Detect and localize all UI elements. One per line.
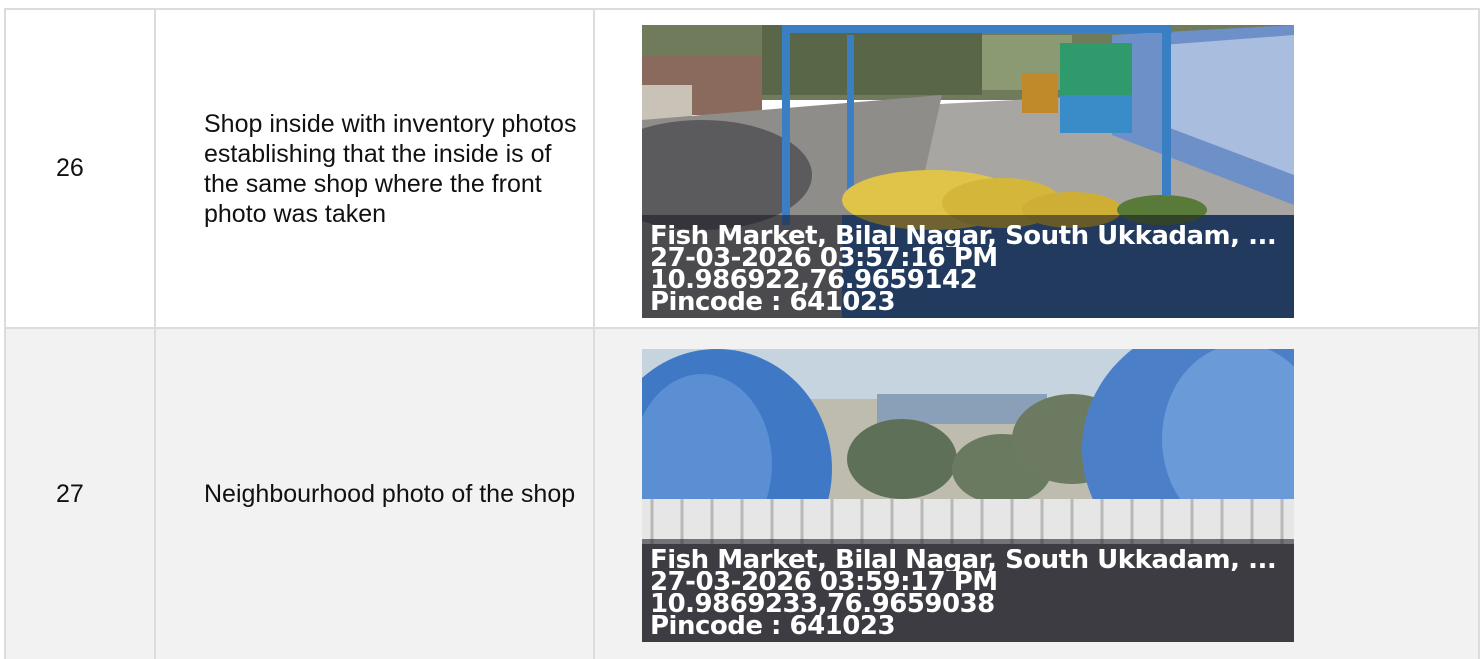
geotag-pincode: Pincode : 641023 xyxy=(650,291,896,313)
row-description: Neighbourhood photo of the shop xyxy=(156,329,595,659)
row-description: Shop inside with inventory photos establ… xyxy=(156,10,595,327)
photo-cell: Fish Market, Bilal Nagar, South Ukkadam,… xyxy=(595,10,1478,327)
geotag-coordinates: 10.986922,76.9659142 xyxy=(650,269,978,291)
table-row: 27 Neighbourhood photo of the shop Fish … xyxy=(6,329,1478,659)
geotag-location: Fish Market, Bilal Nagar, South Ukkadam,… xyxy=(650,548,1277,571)
geotag-pincode: Pincode : 641023 xyxy=(650,614,896,637)
row-number: 26 xyxy=(6,10,156,327)
geotag-location: Fish Market, Bilal Nagar, South Ukkadam,… xyxy=(650,225,1277,247)
photo-cell: Fish Market, Bilal Nagar, South Ukkadam,… xyxy=(595,329,1478,659)
geotag-overlay: Fish Market, Bilal Nagar, South Ukkadam,… xyxy=(642,215,1294,318)
geotagged-photo[interactable]: Fish Market, Bilal Nagar, South Ukkadam,… xyxy=(642,348,1294,642)
row-number: 27 xyxy=(6,329,156,659)
photo-evidence-table: 26 Shop inside with inventory photos est… xyxy=(4,8,1480,659)
geotagged-photo[interactable]: Fish Market, Bilal Nagar, South Ukkadam,… xyxy=(642,25,1294,318)
geotag-datetime: 27-03-2026 03:57:16 PM xyxy=(650,247,998,269)
geotag-datetime: 27-03-2026 03:59:17 PM xyxy=(650,570,998,593)
geotag-coordinates: 10.9869233,76.9659038 xyxy=(650,592,995,615)
table-row: 26 Shop inside with inventory photos est… xyxy=(6,10,1478,329)
geotag-overlay: Fish Market, Bilal Nagar, South Ukkadam,… xyxy=(642,538,1294,642)
